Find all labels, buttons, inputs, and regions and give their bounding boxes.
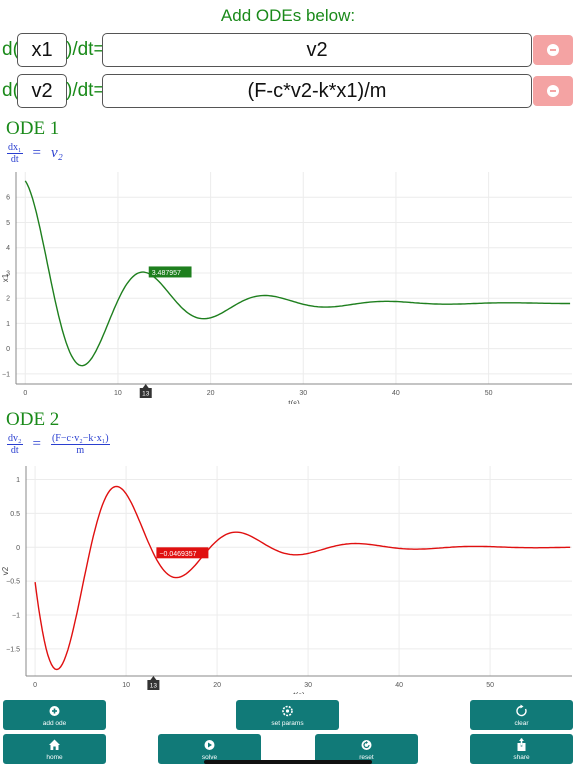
ode2-rhs-denominator: m	[76, 445, 85, 456]
home-button[interactable]: home	[3, 734, 106, 764]
add-ode-button[interactable]: add ode	[3, 700, 106, 730]
x-tick-label: 40	[392, 390, 400, 397]
y-tick-label: 0	[16, 545, 20, 552]
ode2-expression-input[interactable]: (F-c*v2-k*x1)/m	[102, 74, 532, 108]
y-tick-label: −1	[2, 371, 10, 378]
ode1-panel-title: ODE 1	[6, 118, 60, 139]
ode1-equals: =	[32, 145, 41, 161]
ode-row-1: d( x1 )/dt= v2	[0, 33, 576, 67]
ode2-lhs-denominator: dt	[10, 445, 19, 456]
y-tick-label: 2	[6, 296, 10, 303]
ode1-rhs: v₂	[50, 145, 63, 161]
dt-suffix-label: )/dt=	[66, 39, 105, 60]
y-tick-label: −0.5	[6, 579, 20, 586]
minus-circle-icon	[547, 85, 559, 97]
ode1-lhs-numerator: dx₁	[7, 142, 23, 154]
x-tick-label: 20	[207, 390, 215, 397]
clear-button[interactable]: clear	[470, 700, 573, 730]
x-tick-label: 50	[486, 682, 494, 689]
header-title: Add ODEs below:	[220, 6, 356, 25]
ode1-equation: dx₁ dt = v₂	[7, 142, 63, 165]
ode2-lhs-numerator: dv₂	[7, 433, 23, 445]
y-tick-label: 0.5	[10, 511, 20, 518]
ode2-lhs-fraction: dv₂ dt	[7, 433, 23, 456]
remove-ode2-button[interactable]	[533, 76, 573, 106]
ode2-panel-title: ODE 2	[6, 409, 60, 430]
y-tick-label: 6	[6, 195, 10, 202]
ode2-chart[interactable]: 0 10 20 30 40 50 −1.5 −1 −0.5 0 0.5 1 t(s) v2 −0.04693…	[0, 460, 576, 694]
home-icon	[49, 739, 60, 750]
x-tick-label: 30	[304, 682, 312, 689]
add-ode-label: add ode	[42, 720, 67, 727]
x-tick-label: 0	[33, 682, 37, 689]
clear-label: clear	[514, 720, 529, 727]
y-tick-label: 4	[6, 245, 10, 252]
ode2-equation: dv₂ dt = (F−c·v₂−k·x₁) m	[7, 433, 110, 456]
reset-icon	[361, 740, 372, 750]
minus-circle-icon	[547, 44, 559, 56]
cursor-value-label: −0.0469357	[159, 551, 196, 558]
share-icon	[517, 738, 526, 751]
x-tick-label: 20	[213, 682, 221, 689]
cursor-x-label: 13	[142, 391, 150, 398]
x-axis-label: t(s)	[288, 399, 300, 404]
y-tick-label: −1.5	[6, 646, 20, 653]
cursor-x-label: 13	[150, 683, 158, 690]
ode2-variable-input[interactable]: v2	[17, 74, 67, 108]
ode1-expression-input[interactable]: v2	[102, 33, 532, 67]
remove-ode1-button[interactable]	[533, 35, 573, 65]
y-tick-label: 5	[6, 220, 10, 227]
dt-suffix-label: )/dt=	[66, 80, 105, 101]
x-tick-label: 10	[114, 390, 122, 397]
play-icon	[204, 740, 215, 750]
ode1-variable-input[interactable]: x1	[17, 33, 67, 67]
y-tick-label: −1	[12, 613, 20, 620]
x-axis-label: t(s)	[293, 691, 305, 694]
ode1-chart[interactable]: 0 10 20 30 40 50−10123456t(s)x13.48795713	[0, 168, 576, 404]
x-tick-label: 30	[299, 390, 307, 397]
home-indicator-bar	[204, 760, 372, 764]
x-tick-label: 40	[395, 682, 403, 689]
cursor-x-pointer	[142, 384, 149, 388]
y-tick-label: 1	[16, 477, 20, 484]
ode2-equals: =	[32, 436, 41, 452]
cursor-value-label: 3.487957	[152, 270, 181, 277]
refresh-icon	[516, 704, 527, 717]
ode1-lhs-fraction: dx₁ dt	[7, 142, 23, 165]
share-button[interactable]: share	[470, 734, 573, 764]
y-tick-label: 1	[6, 321, 10, 328]
cursor-x-pointer	[150, 676, 157, 680]
x-tick-label: 0	[23, 390, 27, 397]
home-label: home	[46, 754, 63, 761]
ode2-rhs-fraction: (F−c·v₂−k·x₁) m	[50, 433, 110, 456]
x-tick-label: 10	[122, 682, 130, 689]
y-tick-label: 0	[6, 346, 10, 353]
ode-row-2: d( v2 )/dt= (F-c*v2-k*x1)/m	[0, 74, 576, 108]
set-params-button[interactable]: set params	[236, 700, 339, 730]
share-label: share	[513, 754, 530, 761]
gear-icon	[282, 705, 293, 717]
x-tick-label: 50	[485, 390, 493, 397]
y-axis-label: x1	[1, 273, 10, 282]
ode2-rhs-numerator: (F−c·v₂−k·x₁)	[50, 433, 110, 445]
set-params-label: set params	[271, 720, 304, 727]
y-axis-label: v2	[1, 566, 10, 575]
ode1-lhs-denominator: dt	[10, 154, 19, 165]
plus-circle-icon	[49, 706, 60, 716]
